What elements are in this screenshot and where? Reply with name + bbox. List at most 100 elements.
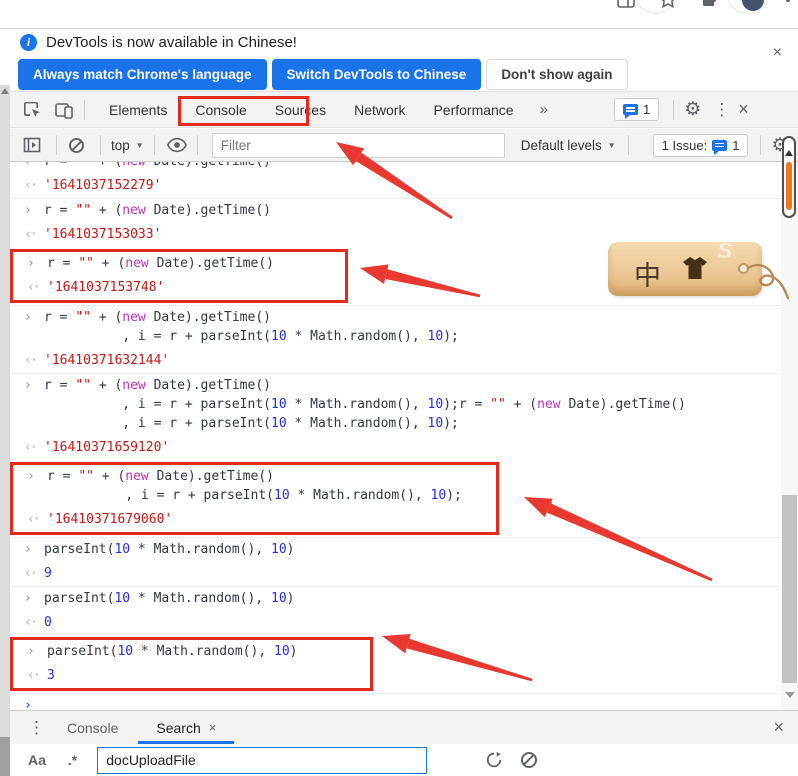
console-input-row: › r = "" + (new Date).getTime() , i = r +… — [13, 465, 496, 508]
annotation-box: ›r = "" + (new Date).getTime() ‹· '1641037… — [10, 249, 348, 303]
prompt-chevron-icon: › — [27, 254, 35, 273]
result-arrow-icon: ‹· — [24, 351, 36, 370]
drawer-tab-close-icon[interactable]: × — [209, 720, 217, 735]
console-result-row: ‹·'16410371632144' — [10, 349, 780, 373]
chinese-tag-sticker: 中 S — [608, 242, 762, 296]
tab-console[interactable]: Console — [181, 93, 260, 127]
clear-console-icon[interactable] — [69, 138, 84, 153]
drawer-tab-search[interactable]: Search × — [144, 712, 228, 744]
regex-toggle[interactable]: .* — [68, 752, 77, 768]
console-result-row: ‹·0 — [10, 611, 780, 635]
drawer-menu-icon[interactable]: ⋮ — [24, 718, 49, 738]
console-input-row: ›r = "" + (new Date).getTime() — [10, 162, 780, 174]
devtools-menu-icon[interactable]: ⋮ — [709, 100, 734, 120]
devtools-close-icon[interactable]: × — [734, 99, 753, 120]
browser-chrome — [0, 0, 798, 29]
match-case-toggle[interactable]: Aa — [28, 752, 46, 768]
prompt-chevron-icon: › — [27, 467, 35, 486]
console-input-row: ›r = "" + (new Date).getTime() — [10, 198, 780, 223]
console-prompt-row[interactable]: › — [10, 693, 780, 710]
issues-count: 1 — [732, 138, 739, 153]
tab-network[interactable]: Network — [340, 93, 419, 127]
bookmark-star-icon[interactable] — [658, 0, 678, 10]
tab-sources[interactable]: Sources — [261, 93, 340, 127]
message-bubble-icon — [623, 104, 638, 115]
drawer-tab-console-label: Console — [67, 720, 118, 736]
search-input[interactable] — [97, 747, 427, 774]
live-expression-eye-icon[interactable] — [167, 135, 187, 155]
console-sidebar-toggle-icon[interactable] — [22, 135, 42, 155]
log-levels-selector[interactable]: Default levels ▼ — [521, 138, 616, 153]
prompt-chevron-icon: › — [24, 696, 32, 710]
console-code: 3 — [47, 668, 55, 683]
prompt-chevron-icon: › — [24, 540, 32, 559]
console-result-row: ‹· '16410371659120' — [10, 436, 780, 460]
console-code: parseInt(10 * Math.random(), 10) — [47, 644, 297, 659]
console-result-row: ‹·3 — [13, 664, 370, 688]
issue-bubble-icon — [712, 140, 727, 151]
screenshot-root: i DevTools is now available in Chinese! … — [0, 0, 798, 776]
inspect-element-icon[interactable] — [22, 100, 42, 120]
console-toolbar: top ▼ Default levels ▼ 1 Issue: 1 ⚙ — [10, 129, 798, 162]
console-scrollbar[interactable] — [781, 162, 798, 710]
extension-scroll-indicator[interactable] — [782, 136, 796, 218]
issues-counter[interactable]: 1 Issue: 1 — [653, 134, 749, 157]
tab-elements[interactable]: Elements — [95, 93, 181, 127]
drawer-close-icon[interactable]: × — [769, 717, 788, 738]
scroll-up-icon — [1, 88, 9, 94]
page-scrollbar-track[interactable] — [0, 85, 10, 776]
info-icon: i — [20, 34, 37, 51]
settings-gear-icon[interactable]: ⚙ — [684, 100, 701, 119]
dont-show-again-button[interactable]: Don't show again — [486, 59, 627, 90]
more-tabs-icon[interactable]: » — [528, 101, 560, 118]
chevron-down-icon: ▼ — [608, 141, 616, 150]
profile-avatar[interactable] — [742, 0, 764, 11]
console-scrollbar-thumb[interactable] — [782, 495, 797, 683]
match-language-button[interactable]: Always match Chrome's language — [18, 59, 267, 90]
refresh-icon[interactable] — [485, 751, 503, 769]
console-code: '16410371659120' — [44, 440, 169, 455]
drawer-tab-console[interactable]: Console — [55, 712, 130, 744]
result-arrow-icon: ‹· — [24, 225, 36, 244]
console-code: '16410371679060' — [47, 512, 172, 527]
result-arrow-icon: ‹· — [24, 438, 36, 457]
result-arrow-icon: ‹· — [24, 176, 36, 195]
device-toolbar-icon[interactable] — [54, 100, 74, 120]
console-code: 9 — [44, 566, 52, 581]
messages-badge[interactable]: 1 — [614, 98, 659, 121]
indicator-progress-bar — [786, 162, 792, 210]
page-scrollbar[interactable] — [0, 30, 10, 776]
console-input-row: ›parseInt(10 * Math.random(), 10) — [10, 586, 780, 611]
prompt-chevron-icon: › — [24, 589, 32, 608]
console-code: '1641037153748' — [47, 280, 164, 295]
infobar-close-icon[interactable]: × — [773, 44, 782, 62]
result-arrow-icon: ‹· — [27, 278, 39, 297]
chinese-character: 中 — [634, 254, 661, 293]
console-result-row: ‹· '1641037153748' — [13, 276, 345, 300]
chevron-down-icon: ▼ — [136, 141, 144, 150]
console-code: r = "" + (new Date).getTime() , i = r + … — [44, 310, 459, 344]
messages-count: 1 — [643, 102, 650, 117]
console-input-row: ›r = "" + (new Date).getTime() — [13, 252, 345, 276]
console-code: r = "" + (new Date).getTime() , i = r + … — [44, 378, 686, 431]
devtools-infobar: i DevTools is now available in Chinese! … — [10, 30, 798, 92]
scroll-down-icon — [785, 692, 795, 698]
drawer-tab-search-label: Search — [156, 720, 200, 736]
filter-input[interactable] — [212, 133, 505, 158]
menu-dots-icon[interactable] — [786, 0, 790, 2]
prompt-chevron-icon: › — [24, 376, 32, 395]
result-arrow-icon: ‹· — [27, 510, 39, 529]
annotation-box: › r = "" + (new Date).getTime() , i = r +… — [10, 462, 499, 535]
tshirt-icon — [680, 255, 710, 283]
prompt-chevron-icon: › — [24, 308, 32, 327]
switch-chinese-button[interactable]: Switch DevTools to Chinese — [272, 59, 482, 90]
extensions-puzzle-icon[interactable] — [700, 0, 720, 10]
console-code: r = "" + (new Date).getTime() , i = r + … — [47, 469, 462, 503]
context-selector[interactable]: top ▼ — [111, 138, 144, 153]
page-scrollbar-thumb[interactable] — [0, 737, 10, 776]
clear-search-icon[interactable] — [521, 752, 537, 768]
drawer-tabbar: ⋮ Console Search × × — [10, 710, 798, 744]
tab-performance[interactable]: Performance — [419, 93, 527, 127]
side-panel-icon[interactable] — [616, 0, 636, 10]
devtools-tabbar: Elements Console Sources Network Perform… — [10, 92, 798, 128]
